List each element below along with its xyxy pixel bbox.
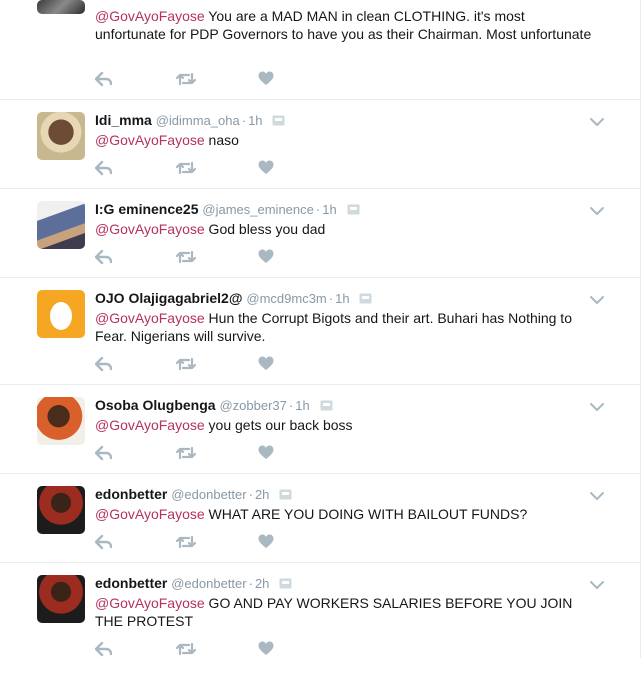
avatar[interactable] — [37, 0, 85, 14]
tweet-text: @GovAyoFayose God bless you dad — [95, 221, 326, 237]
tweet-item[interactable]: I:G eminence25 @james_eminence · 1h @GovAy… — [0, 189, 641, 278]
display-name[interactable]: Osoba Olugbenga — [95, 397, 216, 413]
display-name[interactable]: OJO Olajigagabriel2@ — [95, 290, 242, 306]
separator-dot: · — [248, 576, 253, 591]
avatar[interactable] — [37, 575, 85, 623]
reply-icon[interactable] — [95, 71, 115, 89]
heart-icon[interactable] — [258, 249, 278, 267]
tweet-item[interactable]: Idi_mma @idimma_oha · 1h @GovAyoFayose nas… — [0, 100, 641, 189]
mention-link[interactable]: @GovAyoFayose — [95, 310, 205, 326]
heart-icon[interactable] — [258, 445, 278, 463]
mention-link[interactable]: @GovAyoFayose — [95, 506, 205, 522]
tweet-item[interactable]: edonbetter @edonbetter · 2h @GovAyoFayose … — [0, 474, 641, 563]
retweet-icon[interactable] — [176, 641, 196, 659]
reply-icon[interactable] — [95, 445, 115, 463]
heart-icon[interactable] — [258, 641, 278, 659]
timestamp[interactable]: 1h — [248, 113, 262, 128]
separator-dot: · — [288, 398, 294, 413]
tweet-header: Idi_mma @idimma_oha · 1h — [95, 112, 285, 129]
retweet-icon[interactable] — [176, 534, 196, 552]
tweet-item[interactable]: OJO Olajigagabriel2@ @mcd9mc3m · 1h @GovAy… — [0, 278, 641, 385]
tweet-item[interactable]: Osoba Olugbenga @zobber37 · 1h @GovAyoFayo… — [0, 385, 641, 474]
user-handle[interactable]: @idimma_oha — [156, 113, 240, 128]
mobile-badge-icon — [279, 576, 292, 592]
mobile-badge-icon — [347, 202, 360, 218]
timestamp[interactable]: 1h — [335, 291, 349, 306]
heart-icon[interactable] — [258, 160, 278, 178]
heart-icon[interactable] — [258, 356, 278, 374]
chevron-down-icon[interactable] — [589, 488, 605, 500]
user-handle[interactable]: @james_eminence — [202, 202, 313, 217]
mobile-badge-icon — [320, 398, 333, 414]
user-handle[interactable]: @edonbetter — [171, 576, 246, 591]
tweet-header: I:G eminence25 @james_eminence · 1h — [95, 201, 360, 218]
tweet-header: edonbetter @edonbetter · 2h — [95, 575, 292, 592]
display-name[interactable]: Idi_mma — [95, 112, 152, 128]
display-name[interactable]: I:G eminence25 — [95, 201, 199, 217]
separator-dot: · — [241, 113, 247, 128]
timestamp[interactable]: 2h — [255, 576, 269, 591]
mobile-badge-icon — [279, 487, 292, 503]
separator-dot: · — [315, 202, 321, 217]
tweet-header: Osoba Olugbenga @zobber37 · 1h — [95, 397, 333, 414]
avatar[interactable] — [37, 486, 85, 534]
chevron-down-icon[interactable] — [589, 114, 605, 126]
heart-icon[interactable] — [258, 534, 278, 552]
retweet-icon[interactable] — [176, 249, 196, 267]
tweet-text: @GovAyoFayose naso — [95, 132, 239, 148]
reply-icon[interactable] — [95, 249, 115, 267]
reply-icon[interactable] — [95, 160, 115, 178]
user-handle[interactable]: @zobber37 — [219, 398, 286, 413]
display-name[interactable]: edonbetter — [95, 486, 167, 502]
chevron-down-icon[interactable] — [589, 577, 605, 589]
tweet-header: OJO Olajigagabriel2@ @mcd9mc3m · 1h — [95, 290, 372, 307]
tweet-text: @GovAyoFayose you gets our back boss — [95, 417, 353, 433]
tweet-header: edonbetter @edonbetter · 2h — [95, 486, 292, 503]
tweet-text: @GovAyoFayose GO AND PAY WORKERS SALARIE… — [95, 595, 573, 629]
mention-link[interactable]: @GovAyoFayose — [95, 595, 205, 611]
default-egg-icon — [50, 302, 72, 330]
timestamp[interactable]: 1h — [295, 398, 309, 413]
avatar[interactable] — [37, 201, 85, 249]
chevron-down-icon[interactable] — [589, 292, 605, 304]
tweet-text: @GovAyoFayose You are a MAD MAN in clean… — [95, 8, 592, 42]
mention-link[interactable]: @GovAyoFayose — [95, 417, 205, 433]
chevron-down-icon[interactable] — [589, 399, 605, 411]
timestamp[interactable]: 2h — [255, 487, 269, 502]
retweet-icon[interactable] — [176, 160, 196, 178]
avatar[interactable] — [37, 290, 85, 338]
reply-icon[interactable] — [95, 641, 115, 659]
retweet-icon[interactable] — [176, 445, 196, 463]
separator-dot: · — [328, 291, 334, 306]
user-handle[interactable]: @mcd9mc3m — [246, 291, 326, 306]
mobile-badge-icon — [272, 113, 285, 129]
mobile-badge-icon — [359, 291, 372, 307]
tweet-text: @GovAyoFayose WHAT ARE YOU DOING WITH BA… — [95, 506, 528, 522]
separator-dot: · — [248, 487, 253, 502]
retweet-icon[interactable] — [176, 71, 196, 89]
tweet-item[interactable]: edonbetter @edonbetter · 2h @GovAyoFayose … — [0, 563, 641, 673]
mention-link[interactable]: @GovAyoFayose — [95, 8, 205, 24]
tweet-feed: @GovAyoFayose You are a MAD MAN in clean… — [0, 0, 641, 658]
timestamp[interactable]: 1h — [322, 202, 336, 217]
chevron-down-icon[interactable] — [589, 203, 605, 215]
tweet-item[interactable]: @GovAyoFayose You are a MAD MAN in clean… — [0, 0, 641, 100]
mention-link[interactable]: @GovAyoFayose — [95, 132, 205, 148]
display-name[interactable]: edonbetter — [95, 575, 167, 591]
avatar[interactable] — [37, 397, 85, 445]
retweet-icon[interactable] — [176, 356, 196, 374]
tweet-text: @GovAyoFayose Hun the Corrupt Bigots and… — [95, 310, 572, 344]
heart-icon[interactable] — [258, 71, 278, 89]
user-handle[interactable]: @edonbetter — [171, 487, 246, 502]
reply-icon[interactable] — [95, 356, 115, 374]
avatar[interactable] — [37, 112, 85, 160]
mention-link[interactable]: @GovAyoFayose — [95, 221, 205, 237]
reply-icon[interactable] — [95, 534, 115, 552]
